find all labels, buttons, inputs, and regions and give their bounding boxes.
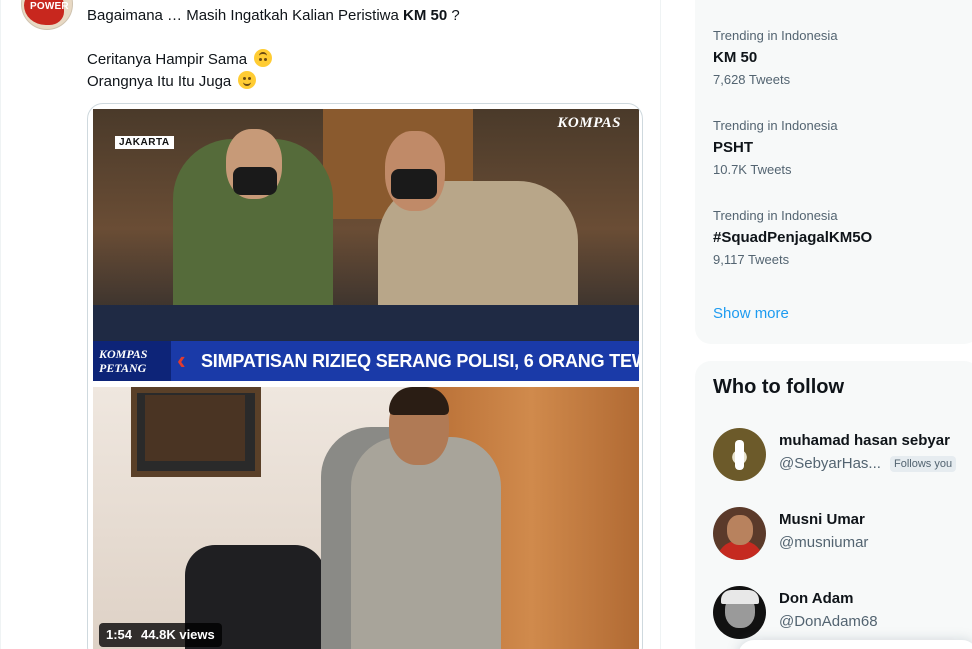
trend-name: #SquadPenjagalKM5O <box>713 229 873 246</box>
upside-down-face-emoji-icon <box>254 49 273 67</box>
follow-suggestion[interactable]: Musni Umar @musniumar <box>713 507 972 563</box>
trend-item[interactable]: Trending in Indonesia PSHT 10.7K Tweets <box>713 118 972 178</box>
trend-item[interactable]: Trending in Indonesia KM 50 7,628 Tweets <box>713 28 972 88</box>
account-name: muhamad hasan sebyar <box>779 432 950 449</box>
trend-name: KM 50 <box>713 49 758 66</box>
news-headline-banner: KOMPAS PETANG ‹ SIMPATISAN RIZIEQ SERANG… <box>93 341 639 381</box>
video-frame-hug[interactable] <box>93 387 639 649</box>
timeline-column: POWER Bagaimana … Masih Ingatkah Kalian … <box>0 0 661 649</box>
trend-count: 7,628 Tweets <box>713 72 791 87</box>
follow-suggestion[interactable]: muhamad hasan sebyar @SebyarHas... Follo… <box>713 428 972 484</box>
who-to-follow-title: Who to follow <box>713 376 845 398</box>
tweet-line-1: Bagaimana … Masih Ingatkah Kalian Perist… <box>87 7 460 24</box>
account-handle: @SebyarHas... <box>779 455 881 472</box>
video-stats-overlay: 1:54 44.8K views <box>99 623 222 647</box>
trends-panel: Trending in Indonesia KM 50 7,628 Tweets… <box>695 0 972 344</box>
show-more-link[interactable]: Show more <box>713 305 789 322</box>
tweet-author-avatar[interactable]: POWER <box>21 0 73 30</box>
right-sidebar: Trending in Indonesia KM 50 7,628 Tweets… <box>695 0 972 649</box>
video-duration: 1:54 <box>106 627 133 642</box>
video-frame-press-conference[interactable]: JAKARTA KOMPAS KOMPAS PETANG ‹ SIMPATISA… <box>93 109 639 381</box>
headline-text: SIMPATISAN RIZIEQ SERANG POLISI, 6 ORANG… <box>201 351 639 371</box>
tweet-video-media[interactable]: JAKARTA KOMPAS KOMPAS PETANG ‹ SIMPATISA… <box>87 103 643 649</box>
account-handle: @musniumar <box>779 534 869 551</box>
tweet-bold-keyword: KM 50 <box>403 7 448 24</box>
trend-count: 10.7K Tweets <box>713 162 792 177</box>
location-tag: JAKARTA <box>115 136 174 149</box>
video-view-count: 44.8K views <box>141 627 215 642</box>
chevron-left-icon: ‹ <box>177 345 186 375</box>
avatar[interactable] <box>713 428 766 481</box>
tweet-body: Bagaimana … Masih Ingatkah Kalian Perist… <box>87 5 647 93</box>
trend-item[interactable]: Trending in Indonesia #SquadPenjagalKM5O… <box>713 208 972 268</box>
tweet-line-3: Orangnya Itu Itu Juga <box>87 71 647 93</box>
account-name: Don Adam <box>779 590 854 607</box>
show-name: KOMPAS PETANG <box>93 341 171 381</box>
trend-count: 9,117 Tweets <box>713 252 790 267</box>
follow-suggestion[interactable]: Don Adam @DonAdam68 <box>713 586 972 642</box>
officer-figure-front <box>351 437 501 649</box>
tweet-line-2: Ceritanya Hampir Sama <box>87 49 647 71</box>
messages-drawer[interactable] <box>738 640 972 649</box>
who-to-follow-panel: Who to follow muhamad hasan sebyar @Seby… <box>695 361 972 649</box>
account-name: Musni Umar <box>779 511 865 528</box>
trend-name: PSHT <box>713 139 754 156</box>
follows-you-badge: Follows you <box>890 456 957 472</box>
avatar-logo-text: POWER <box>30 1 69 12</box>
slightly-smiling-face-emoji-icon <box>238 71 257 89</box>
account-handle: @DonAdam68 <box>779 613 878 630</box>
channel-logo: KOMPAS <box>557 115 621 131</box>
avatar[interactable] <box>713 586 766 639</box>
avatar[interactable] <box>713 507 766 560</box>
